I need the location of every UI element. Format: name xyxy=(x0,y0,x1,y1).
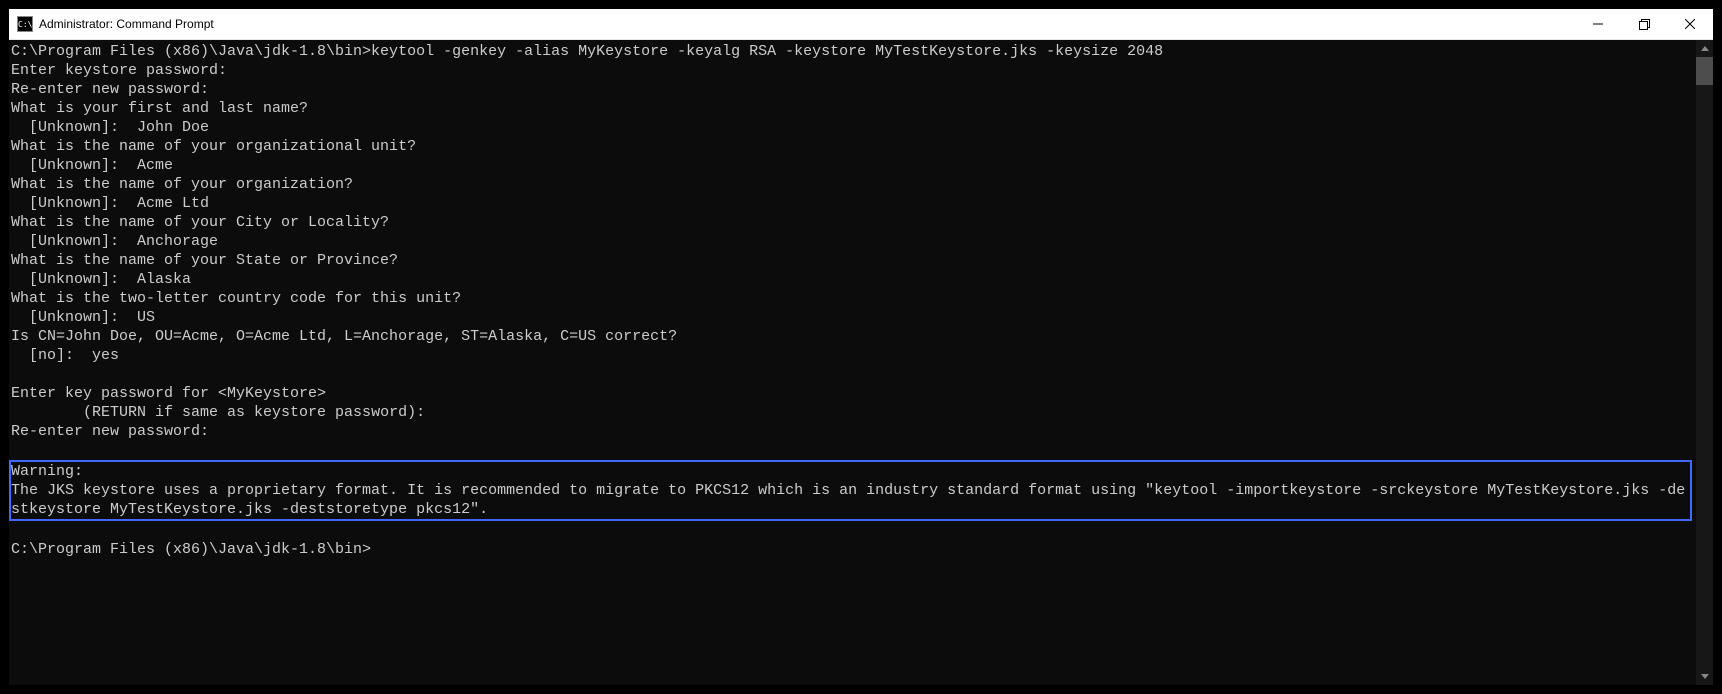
terminal-line: C:\Program Files (x86)\Java\jdk-1.8\bin>… xyxy=(11,42,1692,61)
terminal-line: Enter key password for <MyKeystore> xyxy=(11,384,1692,403)
terminal-line: [Unknown]: Acme Ltd xyxy=(11,194,1692,213)
terminal-line: [Unknown]: John Doe xyxy=(11,118,1692,137)
terminal-line: Is CN=John Doe, OU=Acme, O=Acme Ltd, L=A… xyxy=(11,327,1692,346)
terminal-line: Enter keystore password: xyxy=(11,61,1692,80)
terminal-line: What is the name of your State or Provin… xyxy=(11,251,1692,270)
close-button[interactable] xyxy=(1667,9,1713,39)
maximize-icon xyxy=(1639,19,1650,30)
terminal-line: Re-enter new password: xyxy=(11,80,1692,99)
terminal-line: C:\Program Files (x86)\Java\jdk-1.8\bin> xyxy=(11,540,1692,559)
window-inner: C:\ Administrator: Command Prompt C:\Pro… xyxy=(9,9,1713,685)
terminal-line: [Unknown]: Alaska xyxy=(11,270,1692,289)
terminal-line: Re-enter new password: xyxy=(11,422,1692,441)
terminal-line: What is the name of your organizational … xyxy=(11,137,1692,156)
minimize-icon xyxy=(1593,19,1603,29)
terminal-line: What is the name of your organization? xyxy=(11,175,1692,194)
command-prompt-window: C:\ Administrator: Command Prompt C:\Pro… xyxy=(0,0,1722,694)
terminal-line: [Unknown]: Anchorage xyxy=(11,232,1692,251)
terminal-line: [Unknown]: US xyxy=(11,308,1692,327)
terminal-line: (RETURN if same as keystore password): xyxy=(11,403,1692,422)
terminal-line xyxy=(11,521,1692,540)
terminal-line xyxy=(11,441,1692,460)
terminal-line: What is the two-letter country code for … xyxy=(11,289,1692,308)
scroll-up-arrow-icon[interactable] xyxy=(1696,40,1713,57)
scroll-down-arrow-icon[interactable] xyxy=(1696,668,1713,685)
warning-highlight-block: Warning: The JKS keystore uses a proprie… xyxy=(9,460,1692,521)
terminal-output[interactable]: C:\Program Files (x86)\Java\jdk-1.8\bin>… xyxy=(9,40,1696,685)
terminal-line xyxy=(11,365,1692,384)
terminal-line: [Unknown]: Acme xyxy=(11,156,1692,175)
terminal-container: C:\Program Files (x86)\Java\jdk-1.8\bin>… xyxy=(9,40,1713,685)
scrollbar-thumb[interactable] xyxy=(1696,57,1713,85)
titlebar[interactable]: C:\ Administrator: Command Prompt xyxy=(9,9,1713,40)
cmd-icon: C:\ xyxy=(17,16,33,32)
terminal-line: [no]: yes xyxy=(11,346,1692,365)
terminal-line: What is your first and last name? xyxy=(11,99,1692,118)
close-icon xyxy=(1685,19,1695,29)
terminal-line: What is the name of your City or Localit… xyxy=(11,213,1692,232)
vertical-scrollbar[interactable] xyxy=(1696,40,1713,685)
maximize-button[interactable] xyxy=(1621,9,1667,39)
window-title: Administrator: Command Prompt xyxy=(39,17,1575,31)
minimize-button[interactable] xyxy=(1575,9,1621,39)
